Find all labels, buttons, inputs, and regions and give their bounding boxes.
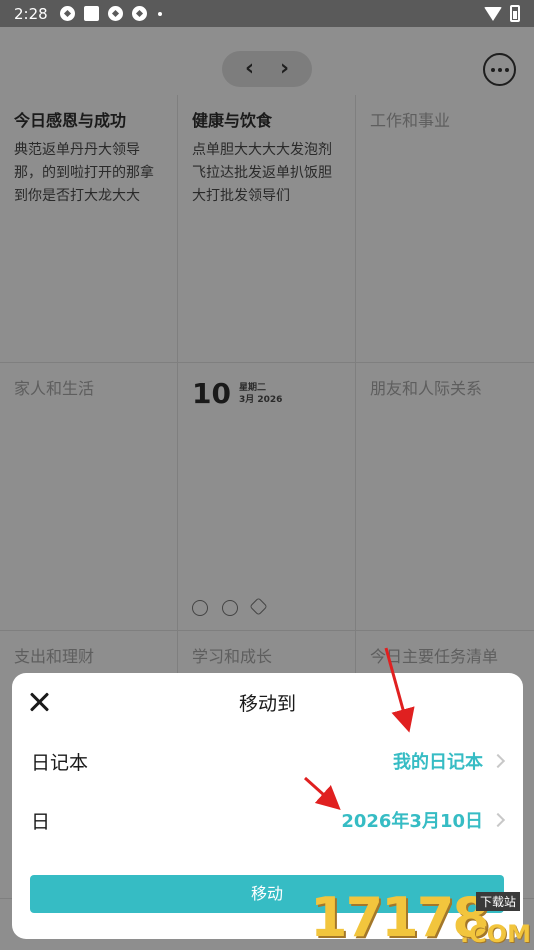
row-value: 我的日记本 <box>393 752 483 773</box>
row-value: 2026年3月10日 <box>341 811 483 832</box>
watermark-suffix: .COM <box>460 920 532 948</box>
chevron-right-icon <box>490 753 506 769</box>
status-time: 2:28 <box>14 4 48 23</box>
row-label: 日记本 <box>31 751 89 774</box>
weather-icon[interactable] <box>192 600 208 616</box>
row-label: 日 <box>31 810 51 833</box>
cell-title: 朋友和人际关系 <box>370 379 483 398</box>
wifi-icon <box>484 6 502 21</box>
grid-cell-date[interactable]: 10 星期二 3月 2026 <box>178 363 356 631</box>
cell-body: 点单胆大大大大发泡剂飞拉达批发返单扒饭胆大打批发领导们 <box>192 142 332 204</box>
cell-title: 今日主要任务清单 <box>370 647 499 666</box>
watermark-tag: 下载站 <box>476 892 521 911</box>
date-pager: ‹ › <box>222 51 312 87</box>
date-day: 10 <box>192 377 231 410</box>
date-block: 10 星期二 3月 2026 <box>192 377 341 410</box>
cell-title: 工作和事业 <box>370 111 451 130</box>
cell-icon-row <box>192 597 268 616</box>
more-options-button[interactable] <box>483 53 516 86</box>
tag-icon[interactable] <box>249 597 268 616</box>
grid-cell-family[interactable]: 家人和生活 <box>0 363 178 631</box>
more-notifications-icon <box>157 11 162 16</box>
top-nav: ‹ › <box>0 27 534 95</box>
app-icon <box>83 6 99 21</box>
grid-cell-health[interactable]: 健康与饮食 点单胆大大大大发泡剂飞拉达批发返单扒饭胆大打批发领导们 <box>178 95 356 363</box>
notification-icon <box>59 6 75 21</box>
date-row[interactable]: 日 2026年3月10日 <box>12 791 523 849</box>
status-bar: 2:28 <box>0 0 534 27</box>
cell-body: 典范返单丹丹大领导那，的到啦打开的那拿到你是否打大龙大大 <box>14 142 154 204</box>
grid-cell-gratitude[interactable]: 今日感恩与成功 典范返单丹丹大领导那，的到啦打开的那拿到你是否打大龙大大 <box>0 95 178 363</box>
cell-title: 支出和理财 <box>14 647 95 666</box>
cell-title: 家人和生活 <box>14 379 95 398</box>
grid-cell-friends[interactable]: 朋友和人际关系 <box>356 363 534 631</box>
notification-icon <box>107 6 123 21</box>
prev-arrow-icon[interactable]: ‹ <box>245 51 254 87</box>
more-icon-dot <box>504 67 509 72</box>
watermark-logo: 17178 下载站 .COM <box>310 880 534 950</box>
more-icon-dot <box>497 67 502 72</box>
more-icon-dot <box>490 67 495 72</box>
battery-icon <box>510 5 520 22</box>
sheet-title: 移动到 <box>238 693 296 715</box>
date-weekday: 星期二 <box>238 382 266 393</box>
date-month: 3月 2026 <box>238 394 283 405</box>
cell-title: 学习和成长 <box>192 647 273 666</box>
cell-title: 今日感恩与成功 <box>14 111 127 130</box>
mood-icon[interactable] <box>222 600 238 616</box>
notification-icon <box>131 6 147 21</box>
next-arrow-icon[interactable]: › <box>280 51 289 87</box>
notebook-row[interactable]: 日记本 我的日记本 <box>12 732 523 790</box>
sheet-header: 移动到 <box>12 673 523 731</box>
grid-cell-work[interactable]: 工作和事业 <box>356 95 534 363</box>
chevron-right-icon <box>490 812 506 828</box>
cell-title: 健康与饮食 <box>192 111 273 130</box>
